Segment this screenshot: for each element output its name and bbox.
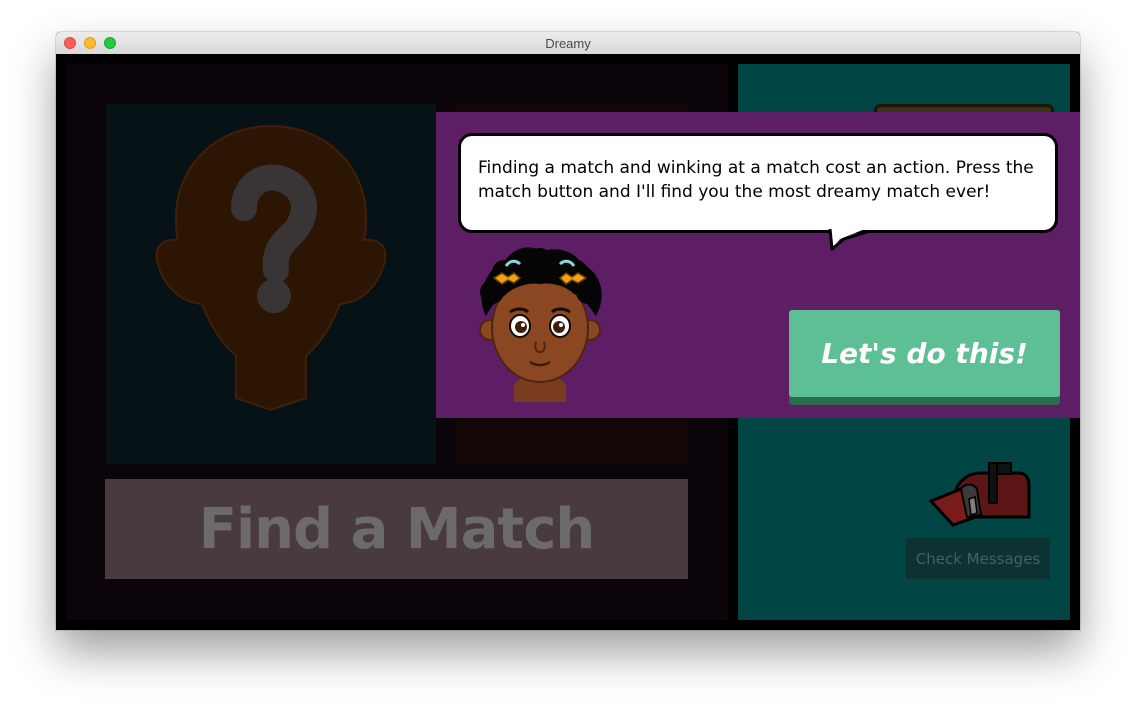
speech-bubble-tail xyxy=(808,227,870,251)
mailbox-icon[interactable] xyxy=(927,459,1031,529)
find-match-button[interactable]: Find a Match xyxy=(105,479,688,579)
guide-avatar xyxy=(479,247,602,402)
speech-bubble: Finding a match and winking at a match c… xyxy=(458,133,1058,233)
title-bar: Dreamy xyxy=(56,32,1080,55)
game-canvas: ? Find a Match Check Messages Finding a … xyxy=(56,54,1080,630)
lets-do-this-button[interactable]: Let's do this! xyxy=(789,310,1060,397)
tutorial-banner: Finding a match and winking at a match c… xyxy=(436,112,1080,418)
match-photo-frame: ? xyxy=(106,104,436,464)
silhouette-question-icon xyxy=(155,124,387,412)
check-messages-button[interactable]: Check Messages xyxy=(906,538,1050,579)
tutorial-message: Finding a match and winking at a match c… xyxy=(478,158,1034,202)
app-window: Dreamy ? Find a Match xyxy=(56,32,1080,630)
window-title: Dreamy xyxy=(545,36,591,51)
